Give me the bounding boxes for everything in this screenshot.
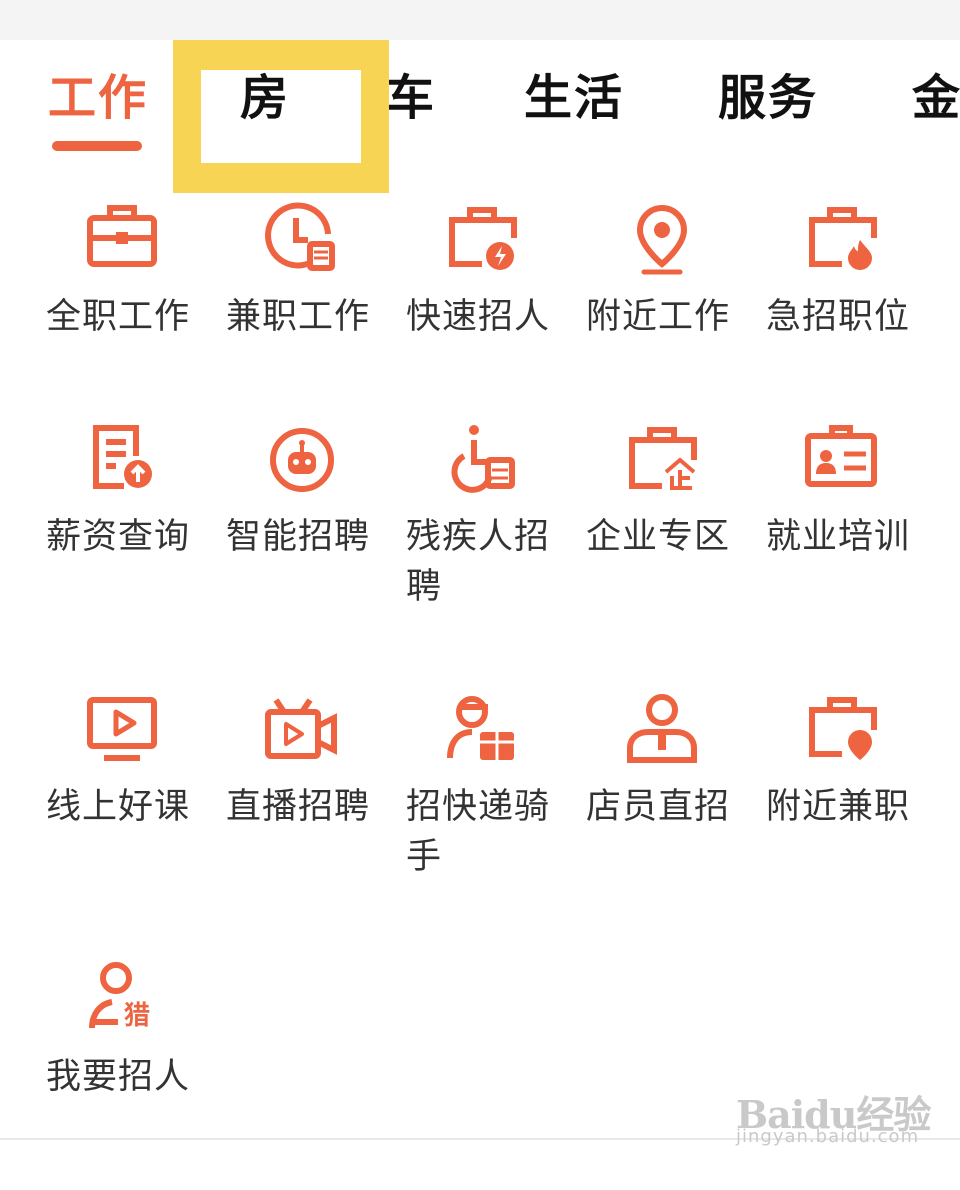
grid-item-label: 我要招人: [46, 1057, 191, 1097]
grid-item-label: 附近兼职: [766, 787, 911, 827]
grid-item-job-training[interactable]: 就业培训: [720, 420, 909, 650]
clerk-icon: [622, 690, 702, 770]
wheelchair-icon: [442, 420, 522, 500]
grid-item-online-course[interactable]: 线上好课: [0, 690, 189, 920]
tab-work[interactable]: 工作: [48, 68, 148, 128]
grid-item-disabled-recruit[interactable]: 残疾人招聘: [360, 420, 549, 650]
highlight-box: [173, 40, 389, 193]
grid-item-label: 附近工作: [586, 297, 731, 337]
category-tabs: 工作 房 车 生活 服务 金: [0, 40, 960, 190]
live-camera-icon: [262, 690, 342, 770]
grid-item-nearby-work[interactable]: 附近工作: [540, 200, 729, 430]
grid-item-urgent-jobs[interactable]: 急招职位: [720, 200, 909, 430]
grid-item-quick-hire[interactable]: 快速招人: [360, 200, 549, 430]
grid-item-label: 招快递骑手: [406, 787, 551, 877]
enterprise-briefcase-icon: [622, 420, 702, 500]
grid-item-salary-query[interactable]: 薪资查询: [0, 420, 189, 650]
id-card-icon: [802, 420, 882, 500]
grid-item-courier-rider[interactable]: 招快递骑手: [360, 690, 549, 920]
tab-life[interactable]: 生活: [524, 68, 624, 128]
grid-item-label: 直播招聘: [226, 787, 371, 827]
grid-item-enterprise-zone[interactable]: 企业专区: [540, 420, 729, 650]
grid-item-smart-recruit[interactable]: 智能招聘: [180, 420, 369, 650]
tab-service[interactable]: 服务: [718, 68, 818, 128]
status-bar-area: [0, 0, 960, 40]
clock-doc-icon: [262, 200, 342, 280]
headhunter-icon: 猎: [82, 960, 162, 1040]
salary-doc-icon: [82, 420, 162, 500]
grid-item-i-want-hire[interactable]: 猎 我要招人: [0, 960, 189, 1190]
grid-item-label: 店员直招: [586, 787, 731, 827]
grid-item-live-recruit[interactable]: 直播招聘: [180, 690, 369, 920]
location-pin-icon: [622, 200, 702, 280]
grid-item-fulltime[interactable]: 全职工作: [0, 200, 189, 430]
grid-item-label: 就业培训: [766, 517, 911, 557]
grid-item-parttime[interactable]: 兼职工作: [180, 200, 369, 430]
watermark-url: jingyan.baidu.com: [736, 1126, 920, 1147]
tab-finance[interactable]: 金: [912, 68, 960, 128]
grid-item-nearby-parttime[interactable]: 附近兼职: [720, 690, 909, 920]
grid-item-label: 薪资查询: [46, 517, 191, 557]
briefcase-location-icon: [802, 690, 882, 770]
grid-item-label: 智能招聘: [226, 517, 371, 557]
grid-item-label: 兼职工作: [226, 297, 371, 337]
svg-text:猎: 猎: [124, 1001, 150, 1031]
courier-icon: [442, 690, 522, 770]
briefcase-fire-icon: [802, 200, 882, 280]
grid-item-label: 急招职位: [766, 297, 911, 337]
grid-item-label: 线上好课: [46, 787, 191, 827]
grid-item-label: 企业专区: [586, 517, 731, 557]
grid-item-clerk-hire[interactable]: 店员直招: [540, 690, 729, 920]
briefcase-icon: [82, 200, 162, 280]
grid-item-label: 快速招人: [406, 297, 551, 337]
robot-icon: [262, 420, 342, 500]
grid-item-label: 残疾人招聘: [406, 517, 551, 607]
tab-car[interactable]: 车: [386, 68, 436, 128]
active-tab-indicator: [52, 141, 142, 151]
briefcase-lightning-icon: [442, 200, 522, 280]
grid-item-label: 全职工作: [46, 297, 191, 337]
video-screen-icon: [82, 690, 162, 770]
watermark: Baidu经验 jingyan.baidu.com: [736, 1070, 936, 1150]
